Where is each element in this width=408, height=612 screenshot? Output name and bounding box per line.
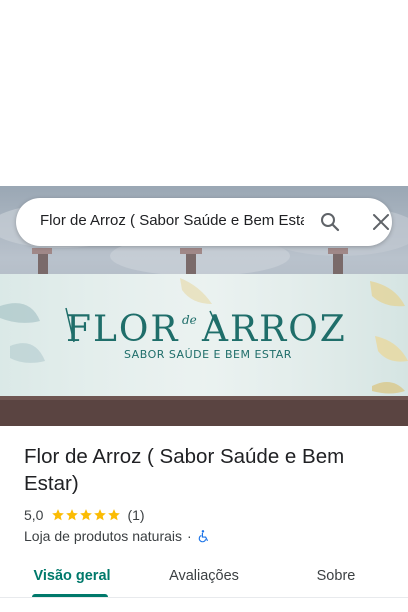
- close-icon[interactable]: [369, 210, 393, 234]
- rating-row[interactable]: 5,0 (1): [24, 506, 145, 524]
- sign-text-arroz: ARROZ: [201, 309, 347, 350]
- review-count[interactable]: (1): [127, 507, 144, 523]
- star-icon: [94, 509, 107, 521]
- tab-about[interactable]: Sobre: [296, 556, 376, 596]
- wheelchair-icon: [198, 530, 208, 543]
- star-rating: [51, 508, 121, 522]
- star-icon: [52, 509, 65, 521]
- tab-overview[interactable]: Visão geral: [24, 556, 120, 596]
- category-row: Loja de produtos naturais ·: [24, 527, 210, 545]
- star-icon: [66, 509, 79, 521]
- separator: ·: [187, 528, 192, 544]
- tab-reviews[interactable]: Avaliações: [152, 556, 256, 596]
- sign-text-de: de: [182, 313, 197, 327]
- place-title: Flor de Arroz ( Sabor Saúde e Bem Estar): [24, 445, 345, 495]
- star-icon: [108, 509, 121, 521]
- sign-subtitle: SABOR SAÚDE E BEM ESTAR: [124, 348, 292, 361]
- place-category[interactable]: Loja de produtos naturais: [24, 528, 182, 544]
- blank-top-area: [0, 0, 408, 186]
- tab-divider: [0, 597, 408, 598]
- sign-text-flor: FLOR: [66, 309, 180, 350]
- rating-value: 5,0: [24, 507, 44, 523]
- search-icon[interactable]: [318, 210, 342, 234]
- search-bar[interactable]: Flor de Arroz ( Sabor Saúde e Bem Estar): [16, 198, 392, 246]
- star-icon: [80, 509, 93, 521]
- search-input[interactable]: Flor de Arroz ( Sabor Saúde e Bem Estar): [40, 212, 304, 229]
